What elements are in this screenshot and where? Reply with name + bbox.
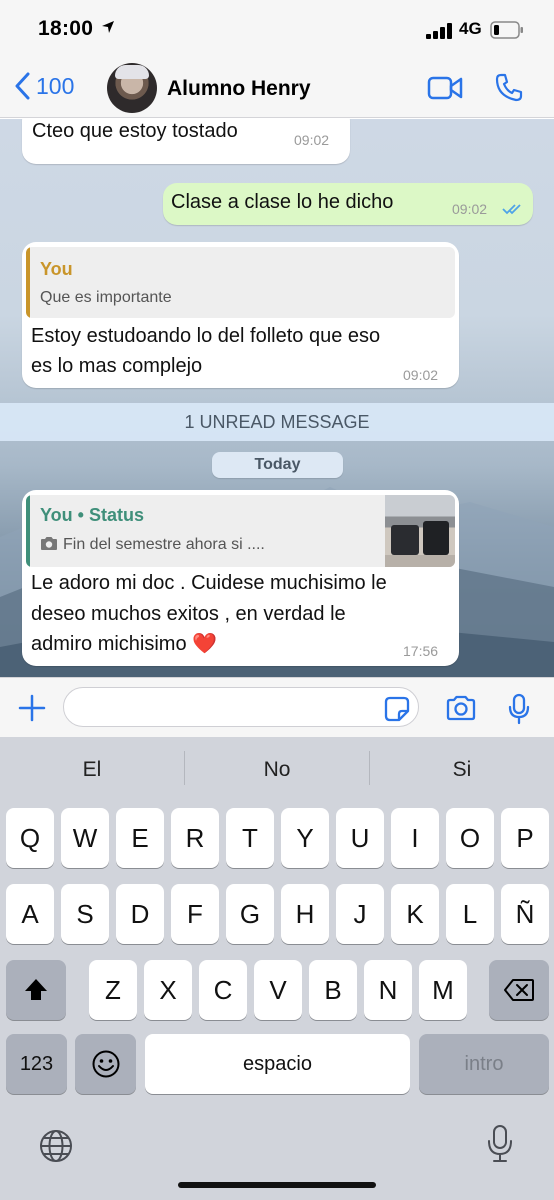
status-thumbnail[interactable] xyxy=(385,495,455,567)
message-bubble-incoming[interactable]: Cteo que estoy tostado 09:02 xyxy=(22,119,350,164)
key-b[interactable]: B xyxy=(309,960,357,1020)
contact-avatar[interactable] xyxy=(107,63,157,113)
read-receipt-icon xyxy=(502,204,521,215)
key-r[interactable]: R xyxy=(171,808,219,868)
contact-name[interactable]: Alumno Henry xyxy=(167,77,311,101)
key-a[interactable]: A xyxy=(6,884,54,944)
key-j[interactable]: J xyxy=(336,884,384,944)
key-t[interactable]: T xyxy=(226,808,274,868)
chat-header: 100 Alumno Henry xyxy=(0,60,554,118)
camera-icon[interactable] xyxy=(445,695,477,721)
quote-bar xyxy=(26,495,30,567)
key-f[interactable]: F xyxy=(171,884,219,944)
key-x[interactable]: X xyxy=(144,960,192,1020)
key-z[interactable]: Z xyxy=(89,960,137,1020)
message-text-line: admiro michisimo ❤️ xyxy=(31,633,218,655)
message-time: 09:02 xyxy=(452,201,488,217)
back-button[interactable]: 100 xyxy=(14,72,74,100)
date-separator: Today xyxy=(212,452,343,478)
shift-key[interactable] xyxy=(6,960,66,1020)
message-text-line: Le adoro mi doc . Cuidese muchisimo le xyxy=(31,572,387,594)
chevron-left-icon xyxy=(15,72,30,100)
key-d[interactable]: D xyxy=(116,884,164,944)
message-text-line: es lo mas complejo xyxy=(31,355,203,377)
return-key[interactable]: intro xyxy=(419,1034,549,1094)
camera-icon xyxy=(41,537,57,550)
message-text: Clase a clase lo he dicho xyxy=(171,191,394,213)
key-w[interactable]: W xyxy=(61,808,109,868)
video-call-icon[interactable] xyxy=(427,74,463,102)
quoted-message[interactable]: You Que es importante xyxy=(26,247,455,318)
key-s[interactable]: S xyxy=(61,884,109,944)
key-p[interactable]: P xyxy=(501,808,549,868)
numbers-key[interactable]: 123 xyxy=(6,1034,67,1094)
status-bar: 18:00 4G xyxy=(0,0,554,60)
plus-icon[interactable] xyxy=(18,694,46,722)
dictation-microphone-icon[interactable] xyxy=(486,1124,514,1164)
message-text-line: Estoy estudoando lo del folleto que eso xyxy=(31,325,381,347)
keyboard: El No Si Q W E R T Y U I O P A S D F G H… xyxy=(0,737,554,1200)
space-key[interactable]: espacio xyxy=(145,1034,410,1094)
globe-icon[interactable] xyxy=(38,1128,74,1164)
sticker-icon[interactable] xyxy=(384,696,410,722)
message-time: 09:02 xyxy=(403,367,439,383)
message-bubble-incoming[interactable]: You Que es importante Estoy estudoando l… xyxy=(22,242,459,388)
key-l[interactable]: L xyxy=(446,884,494,944)
suggestion-1[interactable]: El xyxy=(0,737,184,803)
unread-chats-count: 100 xyxy=(36,72,75,99)
quote-bar xyxy=(26,247,30,318)
network-type: 4G xyxy=(459,19,482,38)
home-indicator[interactable] xyxy=(178,1182,376,1188)
status-time: 18:00 xyxy=(38,17,94,40)
message-time: 09:02 xyxy=(294,132,330,148)
key-o[interactable]: O xyxy=(446,808,494,868)
key-e[interactable]: E xyxy=(116,808,164,868)
shift-arrow-icon xyxy=(25,979,47,1000)
emoji-icon xyxy=(92,1050,119,1078)
backspace-icon xyxy=(504,979,534,1001)
key-v[interactable]: V xyxy=(254,960,302,1020)
quote-author: You • Status xyxy=(40,505,144,525)
microphone-icon[interactable] xyxy=(508,693,530,725)
backspace-key[interactable] xyxy=(489,960,549,1020)
phone-icon[interactable] xyxy=(494,72,524,102)
message-bubble-outgoing[interactable]: Clase a clase lo he dicho 09:02 xyxy=(163,183,533,225)
message-text-line: deseo muchos exitos , en verdad le xyxy=(31,603,346,625)
key-g[interactable]: G xyxy=(226,884,274,944)
quote-text: Que es importante xyxy=(40,289,172,306)
key-c[interactable]: C xyxy=(199,960,247,1020)
key-q[interactable]: Q xyxy=(6,808,54,868)
cellular-signal-icon xyxy=(426,23,452,39)
battery-icon xyxy=(490,21,523,39)
key-k[interactable]: K xyxy=(391,884,439,944)
message-bubble-incoming[interactable]: You • Status Fin del semestre ahora si .… xyxy=(22,490,459,666)
key-n-tilde[interactable]: Ñ xyxy=(501,884,549,944)
quote-text: Fin del semestre ahora si .... xyxy=(63,536,265,553)
key-n[interactable]: N xyxy=(364,960,412,1020)
location-arrow-icon xyxy=(102,21,114,33)
suggestion-2[interactable]: No xyxy=(185,737,369,803)
quoted-status[interactable]: You • Status Fin del semestre ahora si .… xyxy=(26,495,455,567)
key-m[interactable]: M xyxy=(419,960,467,1020)
key-u[interactable]: U xyxy=(336,808,384,868)
message-text: Cteo que estoy tostado xyxy=(32,120,238,142)
suggestion-3[interactable]: Si xyxy=(370,737,554,803)
message-input-bar xyxy=(0,677,554,737)
unread-messages-divider: 1 UNREAD MESSAGE xyxy=(0,403,554,441)
key-i[interactable]: I xyxy=(391,808,439,868)
key-h[interactable]: H xyxy=(281,884,329,944)
quote-author: You xyxy=(40,259,73,279)
message-input[interactable] xyxy=(63,687,419,727)
emoji-key[interactable] xyxy=(75,1034,136,1094)
key-y[interactable]: Y xyxy=(281,808,329,868)
chat-messages[interactable]: Cteo que estoy tostado 09:02 Clase a cla… xyxy=(0,119,554,677)
message-time: 17:56 xyxy=(403,643,439,659)
